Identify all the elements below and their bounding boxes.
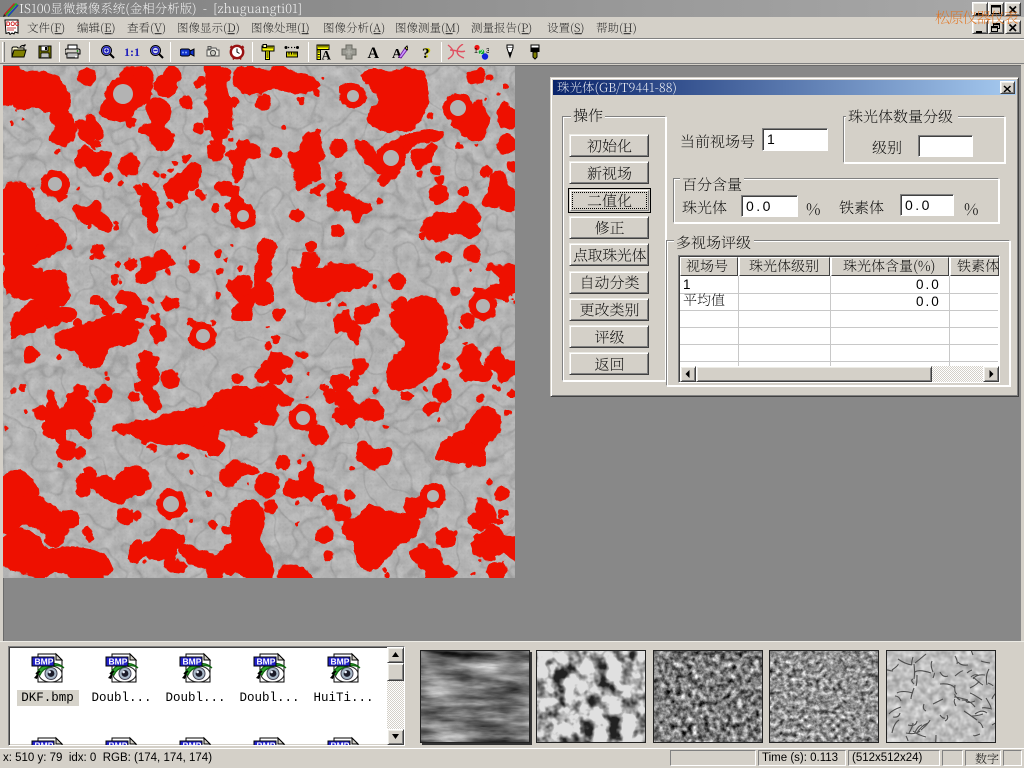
- svg-text:3: 3: [486, 48, 489, 55]
- svg-text:BMP: BMP: [34, 657, 53, 667]
- svg-text:BMP: BMP: [330, 741, 349, 746]
- svg-text:BMP: BMP: [330, 657, 349, 667]
- svg-text:BMP: BMP: [108, 741, 127, 746]
- svg-text:A: A: [322, 48, 332, 61]
- svg-text:BMP: BMP: [34, 741, 53, 746]
- svg-text:2: 2: [479, 50, 483, 57]
- svg-text:DOC: DOC: [6, 22, 19, 28]
- svg-text:BMP: BMP: [108, 657, 127, 667]
- svg-text:1: 1: [474, 48, 478, 55]
- svg-text:BMP: BMP: [256, 741, 275, 746]
- svg-text:BMP: BMP: [256, 657, 275, 667]
- svg-text:A: A: [368, 45, 380, 60]
- svg-text:BMP: BMP: [182, 657, 201, 667]
- svg-text:?: ?: [422, 46, 430, 60]
- svg-text:BMP: BMP: [182, 741, 201, 746]
- svg-text:1:1: 1:1: [124, 45, 140, 59]
